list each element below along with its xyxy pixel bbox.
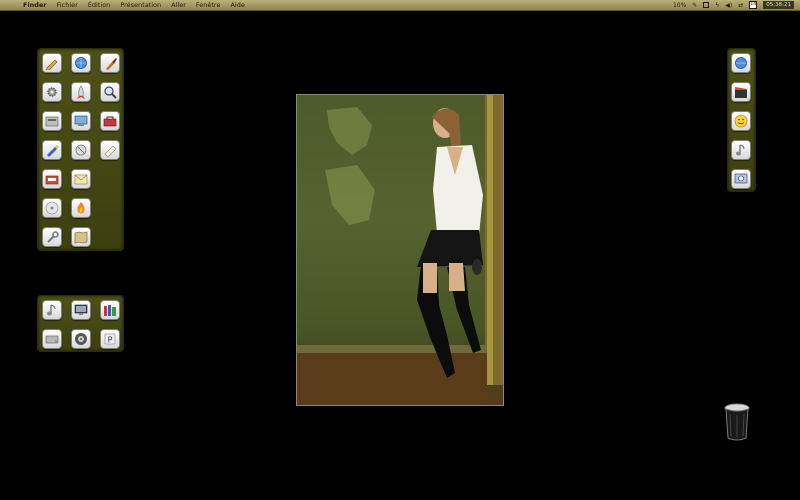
menu-fichier[interactable]: Fichier — [52, 1, 83, 9]
clapper-icon[interactable] — [731, 82, 751, 102]
trash-icon[interactable] — [723, 402, 751, 442]
menu-presentation[interactable]: Présentation — [115, 1, 166, 9]
menu-extras: 10% ✎ ϟ ◀) ⇄ 14 05:38:21 — [673, 0, 794, 10]
gear-icon[interactable] — [42, 82, 62, 102]
toolbox-icon[interactable] — [100, 111, 120, 131]
shelf-left-bottom: P — [37, 295, 124, 352]
cd-disc-icon[interactable] — [42, 198, 62, 218]
paintbrush-icon[interactable] — [100, 53, 120, 73]
empty-slot — [100, 227, 122, 248]
satellite-icon[interactable] — [71, 140, 91, 160]
document-icon[interactable] — [703, 2, 710, 8]
envelope-icon[interactable] — [71, 169, 91, 189]
network-globe-icon[interactable] — [71, 111, 91, 131]
books-icon[interactable] — [100, 300, 120, 320]
music-note-icon[interactable] — [42, 300, 62, 320]
menu-edition[interactable]: Édition — [83, 1, 116, 9]
finder-globe-icon[interactable] — [731, 53, 751, 73]
wrench-icon[interactable] — [42, 227, 62, 247]
smiley-icon[interactable] — [731, 111, 751, 131]
menu-finder[interactable]: Finder — [18, 1, 52, 9]
sync-icon[interactable]: ⇄ — [738, 2, 743, 9]
battery-percent: 10% — [672, 1, 687, 9]
p-key-icon[interactable]: P — [100, 329, 120, 349]
tube-icon[interactable] — [100, 140, 120, 160]
monitor-icon[interactable] — [71, 300, 91, 320]
empty-slot — [100, 198, 122, 219]
shelf-left-top — [37, 48, 124, 251]
menu-aller[interactable]: Aller — [166, 1, 191, 9]
empty-slot — [100, 169, 122, 190]
flame-icon[interactable] — [71, 198, 91, 218]
globe-magnifier-icon[interactable] — [71, 53, 91, 73]
volume-icon[interactable]: ◀) — [725, 2, 732, 9]
menu-aide[interactable]: Aide — [225, 1, 249, 9]
magnifier-globe-icon[interactable] — [731, 169, 751, 189]
date-icon[interactable]: 14 — [749, 1, 758, 9]
desktop-photo[interactable] — [296, 94, 504, 406]
menu-fenetre[interactable]: Fenêtre — [191, 1, 226, 9]
pencil-tool-icon[interactable] — [42, 53, 62, 73]
rocket-icon[interactable] — [71, 82, 91, 102]
bolt-icon[interactable]: ϟ — [715, 2, 719, 9]
menu-bar: Finder Fichier Édition Présentation Alle… — [0, 0, 800, 11]
red-box-icon[interactable] — [42, 169, 62, 189]
photo-illustration — [297, 95, 503, 405]
svg-text:P: P — [108, 336, 113, 345]
map-icon[interactable] — [71, 227, 91, 247]
marker-pen-icon[interactable] — [42, 140, 62, 160]
disk-drive-icon[interactable] — [42, 111, 62, 131]
script-icon[interactable]: ✎ — [692, 2, 697, 9]
shelf-right — [727, 48, 756, 192]
music-note-icon[interactable] — [731, 140, 751, 160]
magnifier-icon[interactable] — [100, 82, 120, 102]
menu-clock[interactable]: 05:38:21 — [763, 1, 794, 9]
wheel-icon[interactable] — [71, 329, 91, 349]
hard-drive-icon[interactable] — [42, 329, 62, 349]
